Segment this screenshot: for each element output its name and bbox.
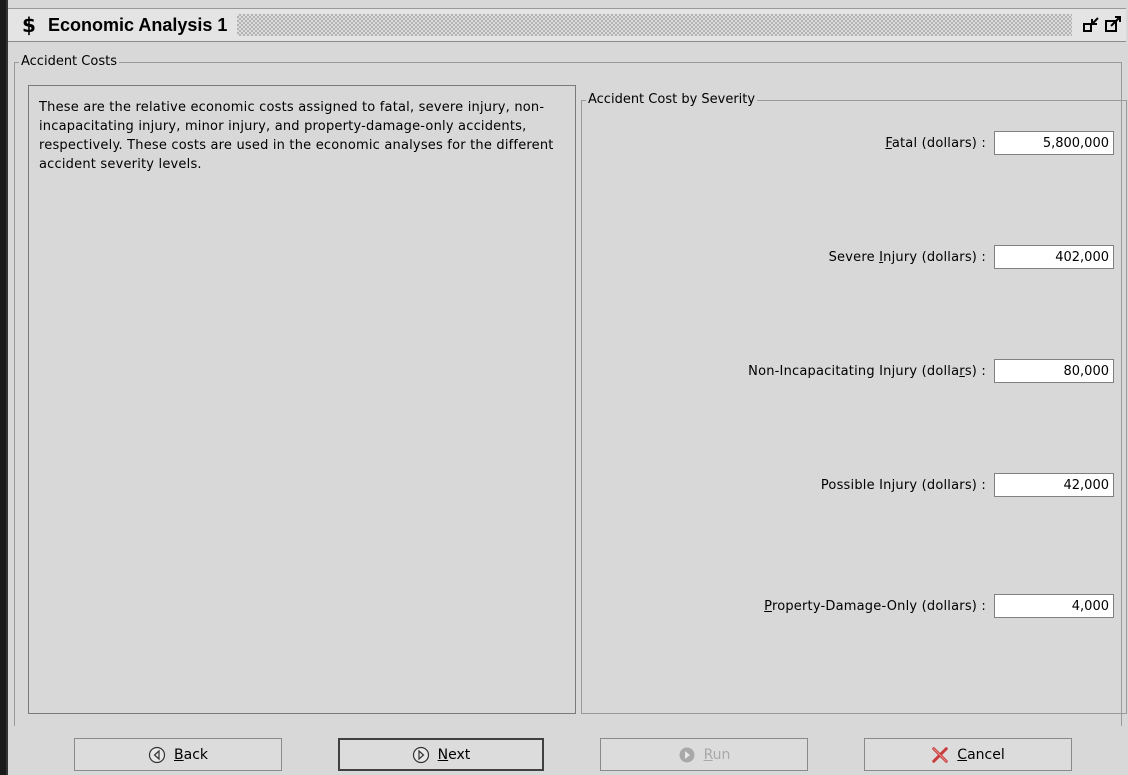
possible-injury-cost-input[interactable] <box>994 473 1114 497</box>
maximize-icon[interactable] <box>1104 16 1122 34</box>
accident-cost-by-severity-group: Accident Cost by Severity <box>581 92 1127 714</box>
fatal-row: Fatal (dollars) : <box>582 130 1114 156</box>
possible-injury-row: Possible Injury (dollars) : <box>582 472 1114 498</box>
cost-group-title: Accident Cost by Severity <box>586 92 758 108</box>
cancel-label: Cancel <box>957 746 1005 763</box>
economic-analysis-window: $ Economic Analysis 1 Accident Costs The… <box>6 0 1128 775</box>
cancel-x-icon <box>931 746 949 764</box>
fatal-label: Fatal (dollars) : <box>885 136 986 151</box>
property-damage-cost-input[interactable] <box>994 594 1114 618</box>
accident-costs-group-title: Accident Costs <box>19 54 119 70</box>
run-label: Run <box>703 746 731 763</box>
back-label: Back <box>174 746 208 763</box>
title-bar-grip[interactable] <box>237 14 1072 36</box>
next-button[interactable]: Next <box>338 738 544 771</box>
next-label: Next <box>437 746 471 763</box>
severe-injury-row: Severe Injury (dollars) : <box>582 244 1114 270</box>
non-incapacitating-label: Non-Incapacitating Injury (dollars) : <box>748 363 986 379</box>
severe-injury-cost-input[interactable] <box>994 245 1114 269</box>
possible-injury-label: Possible Injury (dollars) : <box>820 477 986 493</box>
non-incapacitating-cost-input[interactable] <box>994 359 1114 383</box>
property-damage-row: Property-Damage-Only (dollars) : <box>582 593 1114 619</box>
severe-injury-label: Severe Injury (dollars) : <box>828 249 986 265</box>
property-damage-label: Property-Damage-Only (dollars) : <box>764 598 986 614</box>
title-bar[interactable]: $ Economic Analysis 1 <box>8 8 1126 42</box>
description-panel: These are the relative economic costs as… <box>28 85 576 714</box>
back-button[interactable]: Back <box>74 738 282 771</box>
run-button[interactable]: Run <box>600 738 808 771</box>
fatal-label-rest: atal (dollars) : <box>891 135 986 151</box>
back-arrow-icon <box>148 746 166 764</box>
cancel-button[interactable]: Cancel <box>864 738 1072 771</box>
description-text: These are the relative economic costs as… <box>39 100 554 172</box>
fatal-cost-input[interactable] <box>994 131 1114 155</box>
restore-icon[interactable] <box>1082 16 1100 34</box>
non-incapacitating-row: Non-Incapacitating Injury (dollars) : <box>582 358 1114 384</box>
dollar-icon: $ <box>22 13 36 37</box>
window-title: Economic Analysis 1 <box>48 14 228 35</box>
run-icon <box>678 746 696 764</box>
next-arrow-icon <box>412 746 430 764</box>
